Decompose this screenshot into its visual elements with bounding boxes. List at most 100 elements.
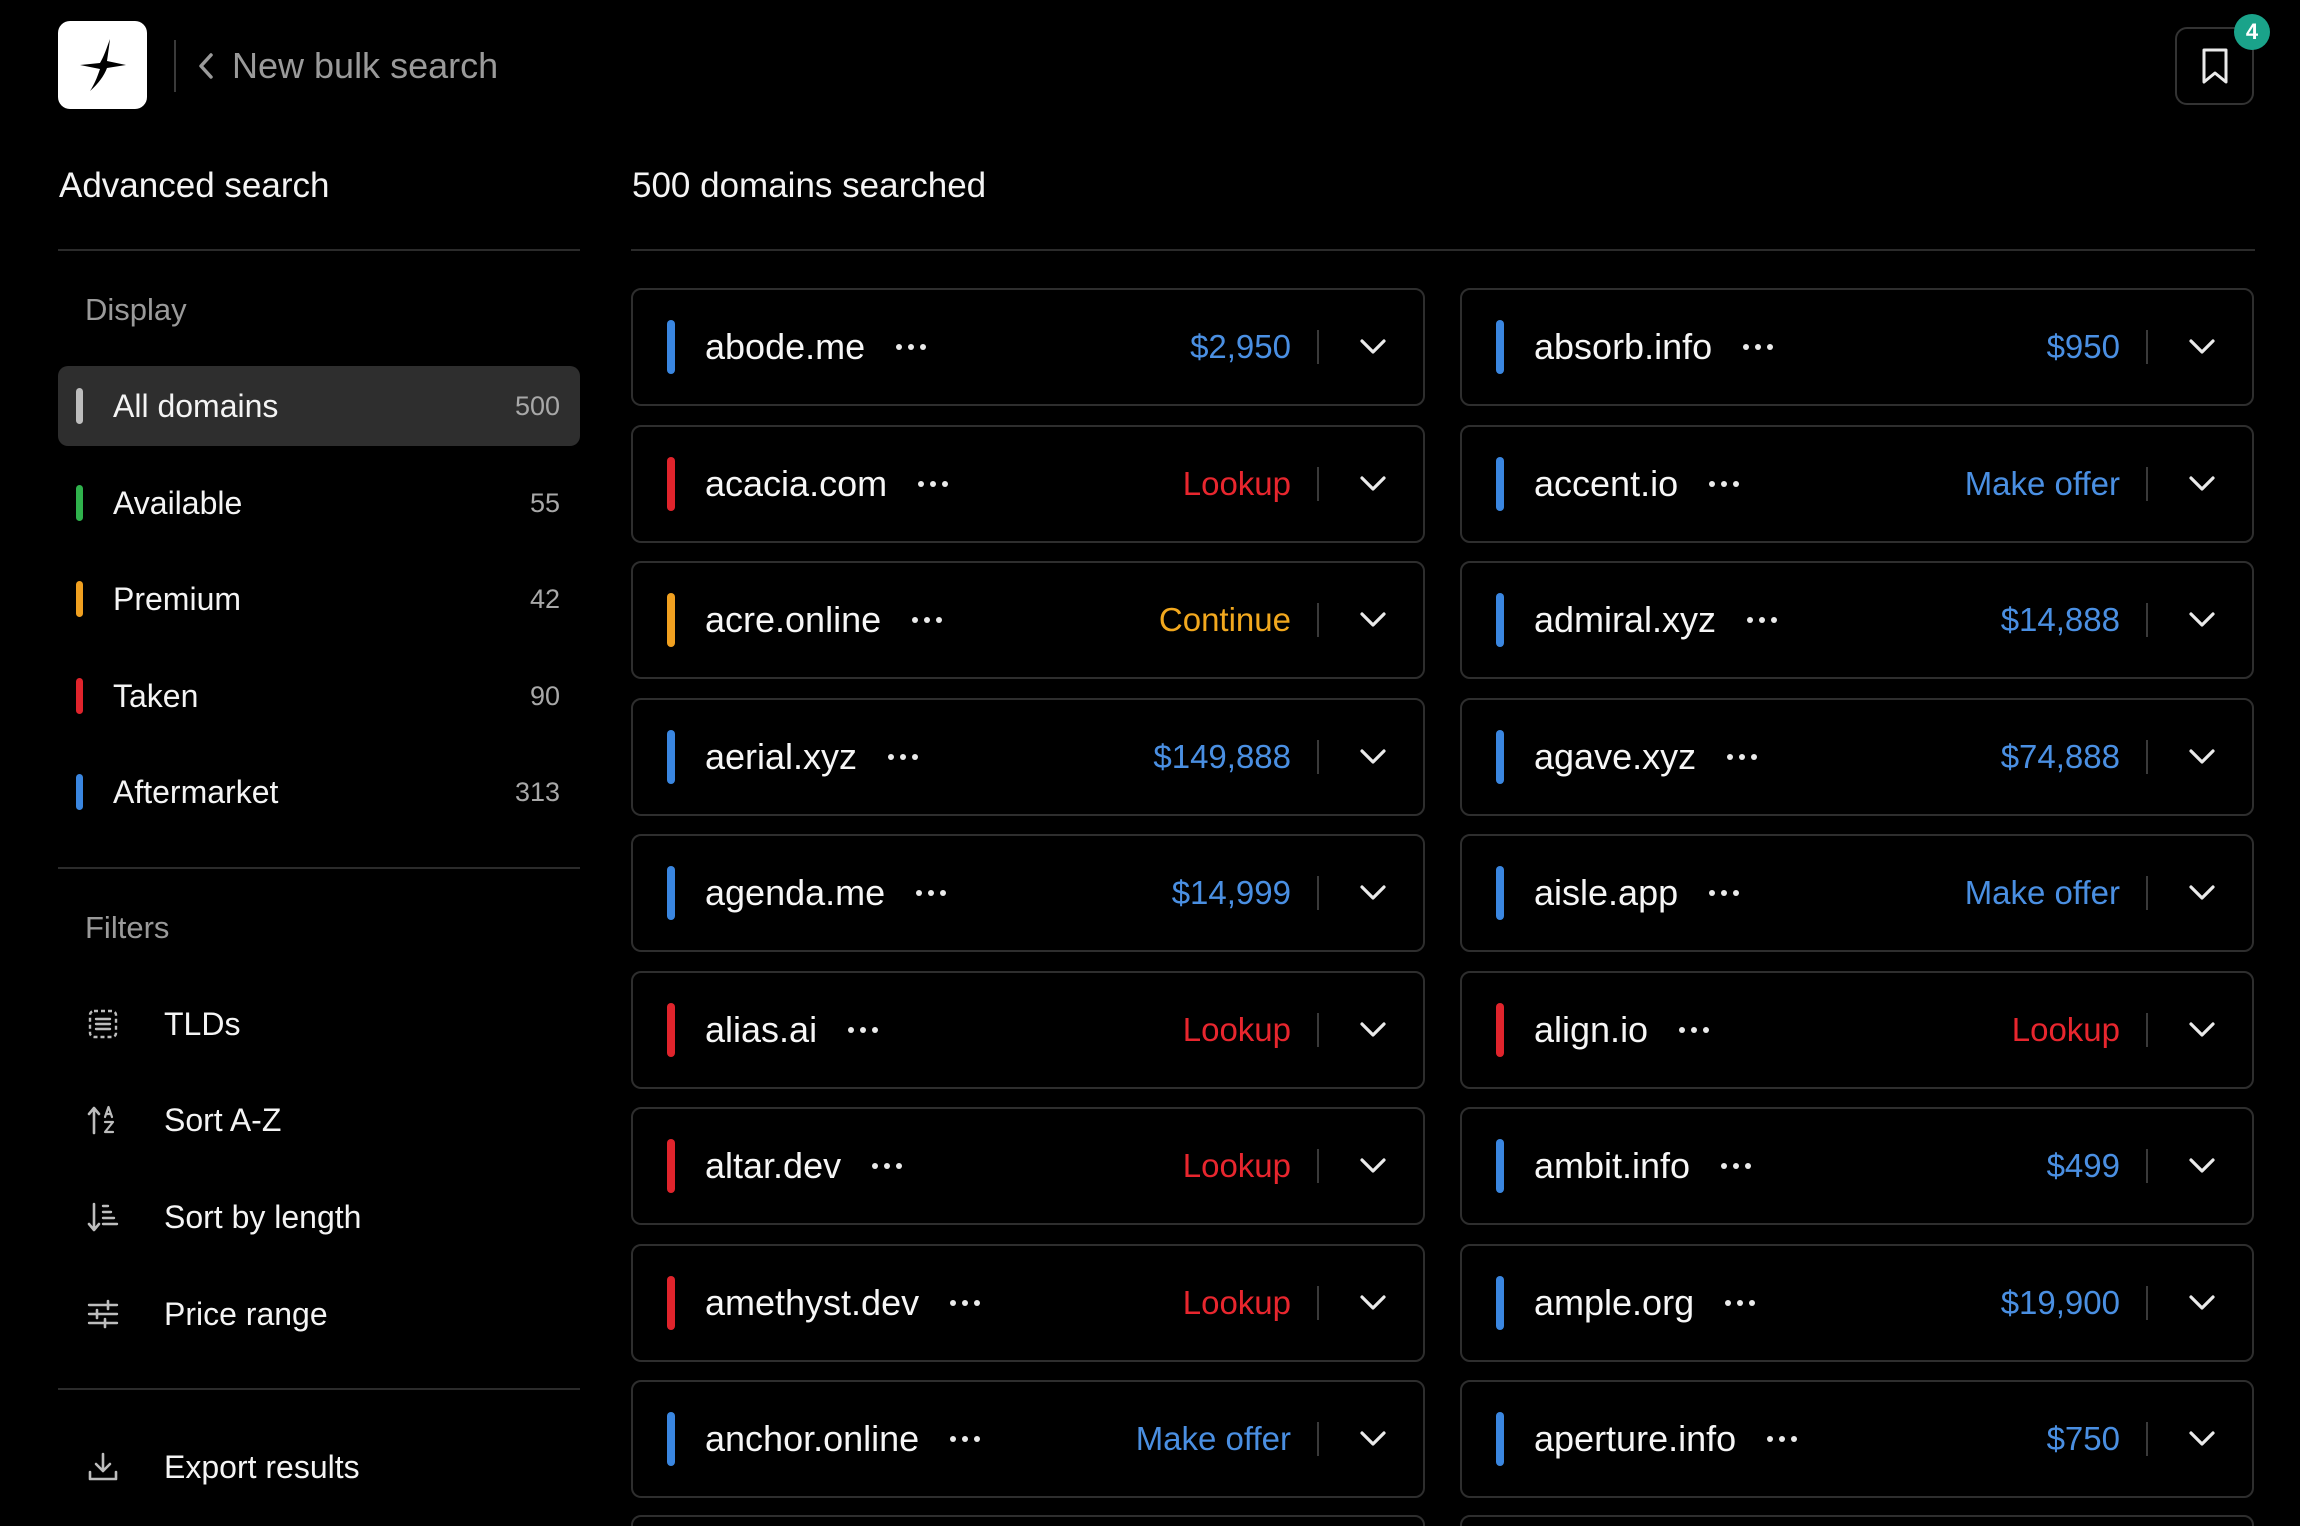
domain-card[interactable]: aisle.app Make offer — [1460, 834, 2254, 952]
chevron-down-icon[interactable] — [1353, 1146, 1393, 1186]
domain-card-partial[interactable] — [631, 1515, 1425, 1526]
chevron-down-icon[interactable] — [2182, 1419, 2222, 1459]
display-item-label: Aftermarket — [113, 773, 279, 810]
more-options-icon[interactable] — [1762, 1419, 1802, 1459]
display-item-available[interactable]: Available 55 — [58, 463, 580, 543]
chevron-down-icon[interactable] — [2182, 873, 2222, 913]
domain-action-link[interactable]: Lookup — [1183, 1284, 1291, 1322]
chevron-down-icon[interactable] — [2182, 1010, 2222, 1050]
domain-card[interactable]: ample.org $19,900 — [1460, 1244, 2254, 1362]
more-options-icon[interactable] — [1720, 1283, 1760, 1323]
more-options-icon[interactable] — [913, 464, 953, 504]
app-logo[interactable] — [58, 21, 147, 109]
display-item-taken[interactable]: Taken 90 — [58, 656, 580, 736]
more-options-icon[interactable] — [1704, 464, 1744, 504]
domain-action-link[interactable]: $950 — [2047, 328, 2120, 366]
domain-action-link[interactable]: Continue — [1159, 601, 1291, 639]
domain-action-link[interactable]: Lookup — [1183, 1011, 1291, 1049]
status-bar-all — [76, 388, 83, 424]
more-options-icon[interactable] — [891, 327, 931, 367]
domain-card[interactable]: absorb.info $950 — [1460, 288, 2254, 406]
domain-action-link[interactable]: $2,950 — [1190, 328, 1291, 366]
domain-card[interactable]: agenda.me $14,999 — [631, 834, 1425, 952]
action-divider — [1317, 1422, 1319, 1456]
filter-sort-length[interactable]: Sort by length — [85, 1187, 580, 1247]
domain-card[interactable]: altar.dev Lookup — [631, 1107, 1425, 1225]
domain-name: alias.ai — [705, 1009, 818, 1050]
more-options-icon[interactable] — [1722, 737, 1762, 777]
chevron-down-icon[interactable] — [2182, 1283, 2222, 1323]
display-item-all-domains[interactable]: All domains 500 — [58, 366, 580, 446]
more-options-icon[interactable] — [867, 1146, 907, 1186]
more-options-icon[interactable] — [883, 737, 923, 777]
results-divider — [631, 249, 2255, 251]
domain-action-link[interactable]: $19,900 — [2001, 1284, 2120, 1322]
domain-card[interactable]: acre.online Continue — [631, 561, 1425, 679]
chevron-down-icon[interactable] — [2182, 737, 2222, 777]
chevron-down-icon[interactable] — [1353, 600, 1393, 640]
filter-sort-az[interactable]: Sort A-Z — [85, 1090, 580, 1150]
more-options-icon[interactable] — [945, 1419, 985, 1459]
domain-card[interactable]: alias.ai Lookup — [631, 971, 1425, 1089]
chevron-down-icon[interactable] — [1353, 873, 1393, 913]
chevron-down-icon[interactable] — [2182, 1146, 2222, 1186]
more-options-icon[interactable] — [1704, 873, 1744, 913]
chevron-down-icon[interactable] — [1353, 464, 1393, 504]
more-options-icon[interactable] — [945, 1283, 985, 1323]
export-results-button[interactable]: Export results — [85, 1437, 580, 1497]
domain-name: acacia.com — [705, 463, 888, 504]
domain-action-link[interactable]: $149,888 — [1153, 738, 1291, 776]
domain-name: aisle.app — [1534, 872, 1679, 913]
domain-action-link[interactable]: $74,888 — [2001, 738, 2120, 776]
display-item-premium[interactable]: Premium 42 — [58, 559, 580, 639]
more-options-icon[interactable] — [1716, 1146, 1756, 1186]
chevron-down-icon[interactable] — [1353, 1010, 1393, 1050]
domain-action-link[interactable]: $14,999 — [1172, 874, 1291, 912]
chevron-down-icon[interactable] — [2182, 327, 2222, 367]
more-options-icon[interactable] — [911, 873, 951, 913]
filter-price-range[interactable]: Price range — [85, 1284, 580, 1344]
domain-card[interactable]: amethyst.dev Lookup — [631, 1244, 1425, 1362]
chevron-down-icon[interactable] — [1353, 1283, 1393, 1323]
domain-card[interactable]: ambit.info $499 — [1460, 1107, 2254, 1225]
domain-action-link[interactable]: Make offer — [1965, 465, 2120, 503]
more-options-icon[interactable] — [843, 1010, 883, 1050]
display-item-count: 90 — [529, 680, 560, 711]
chevron-down-icon[interactable] — [1353, 327, 1393, 367]
more-options-icon[interactable] — [1742, 600, 1782, 640]
chevron-down-icon[interactable] — [2182, 600, 2222, 640]
chevron-down-icon[interactable] — [1353, 1419, 1393, 1459]
status-bar — [667, 593, 675, 647]
domain-action-link[interactable]: Lookup — [1183, 1147, 1291, 1185]
filter-tlds[interactable]: TLDs — [85, 994, 580, 1054]
domain-card[interactable]: aerial.xyz $149,888 — [631, 698, 1425, 816]
domain-name: anchor.online — [705, 1418, 920, 1459]
more-options-icon[interactable] — [907, 600, 947, 640]
bolt-logo-icon — [79, 39, 126, 91]
domain-action-link[interactable]: Lookup — [2012, 1011, 2120, 1049]
chevron-down-icon[interactable] — [1353, 737, 1393, 777]
domain-card[interactable]: abode.me $2,950 — [631, 288, 1425, 406]
domain-card[interactable]: acacia.com Lookup — [631, 425, 1425, 543]
back-link[interactable]: New bulk search — [198, 40, 498, 92]
domain-card[interactable]: align.io Lookup — [1460, 971, 2254, 1089]
domain-action-link[interactable]: Lookup — [1183, 465, 1291, 503]
status-bar — [1496, 457, 1504, 511]
domain-action-link[interactable]: $750 — [2047, 1420, 2120, 1458]
domain-card[interactable]: anchor.online Make offer — [631, 1380, 1425, 1498]
domain-card-partial[interactable] — [1460, 1515, 2254, 1526]
sidebar-divider — [58, 249, 580, 251]
domain-action-link[interactable]: $499 — [2047, 1147, 2120, 1185]
more-options-icon[interactable] — [1738, 327, 1778, 367]
domain-card[interactable]: agave.xyz $74,888 — [1460, 698, 2254, 816]
domain-card[interactable]: admiral.xyz $14,888 — [1460, 561, 2254, 679]
more-options-icon[interactable] — [1674, 1010, 1714, 1050]
domain-action-link[interactable]: Make offer — [1965, 874, 2120, 912]
action-divider — [2146, 603, 2148, 637]
display-item-aftermarket[interactable]: Aftermarket 313 — [58, 752, 580, 832]
domain-card[interactable]: aperture.info $750 — [1460, 1380, 2254, 1498]
chevron-down-icon[interactable] — [2182, 464, 2222, 504]
domain-action-link[interactable]: Make offer — [1136, 1420, 1291, 1458]
domain-card[interactable]: accent.io Make offer — [1460, 425, 2254, 543]
domain-action-link[interactable]: $14,888 — [2001, 601, 2120, 639]
